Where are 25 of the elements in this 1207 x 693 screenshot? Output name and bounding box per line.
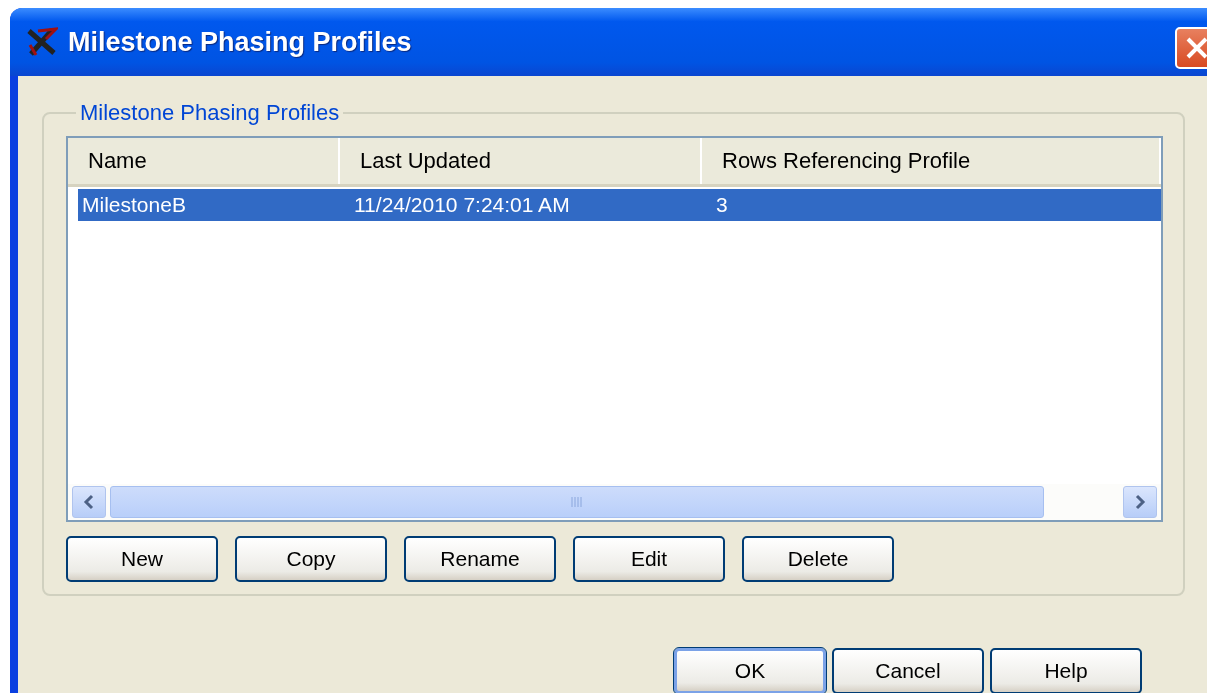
dialog-button[interactable]: Help <box>990 648 1142 693</box>
dialog-button[interactable]: Cancel <box>832 648 984 693</box>
scroll-left-button[interactable] <box>72 486 106 518</box>
action-button[interactable]: Rename <box>404 536 556 582</box>
scroll-right-button[interactable] <box>1123 486 1157 518</box>
app-icon <box>26 27 58 57</box>
action-button[interactable]: New <box>66 536 218 582</box>
close-button[interactable] <box>1175 27 1207 69</box>
chevron-left-icon <box>83 494 95 510</box>
group-label: Milestone Phasing Profiles <box>79 100 341 126</box>
table-cell-text: 3 <box>715 193 729 217</box>
table-cell-text: MilestoneB <box>81 193 187 217</box>
close-icon <box>1185 36 1207 60</box>
column-header[interactable]: Last Updated <box>340 138 702 184</box>
window-title: Milestone Phasing Profiles <box>68 26 412 58</box>
dialog-button[interactable]: OK <box>674 648 826 693</box>
action-button[interactable]: Delete <box>742 536 894 582</box>
action-button[interactable]: Copy <box>235 536 387 582</box>
table-cell-text: 11/24/2010 7:24:01 AM <box>353 193 571 217</box>
action-button[interactable]: Edit <box>573 536 725 582</box>
table-row[interactable]: MilestoneB 11/24/2010 7:24:01 AM 3 <box>78 189 1161 221</box>
column-header[interactable]: Rows Referencing Profile <box>702 138 1161 184</box>
chevron-right-icon <box>1134 494 1146 510</box>
column-header[interactable]: Name <box>68 138 340 184</box>
grip-icon <box>570 497 584 507</box>
